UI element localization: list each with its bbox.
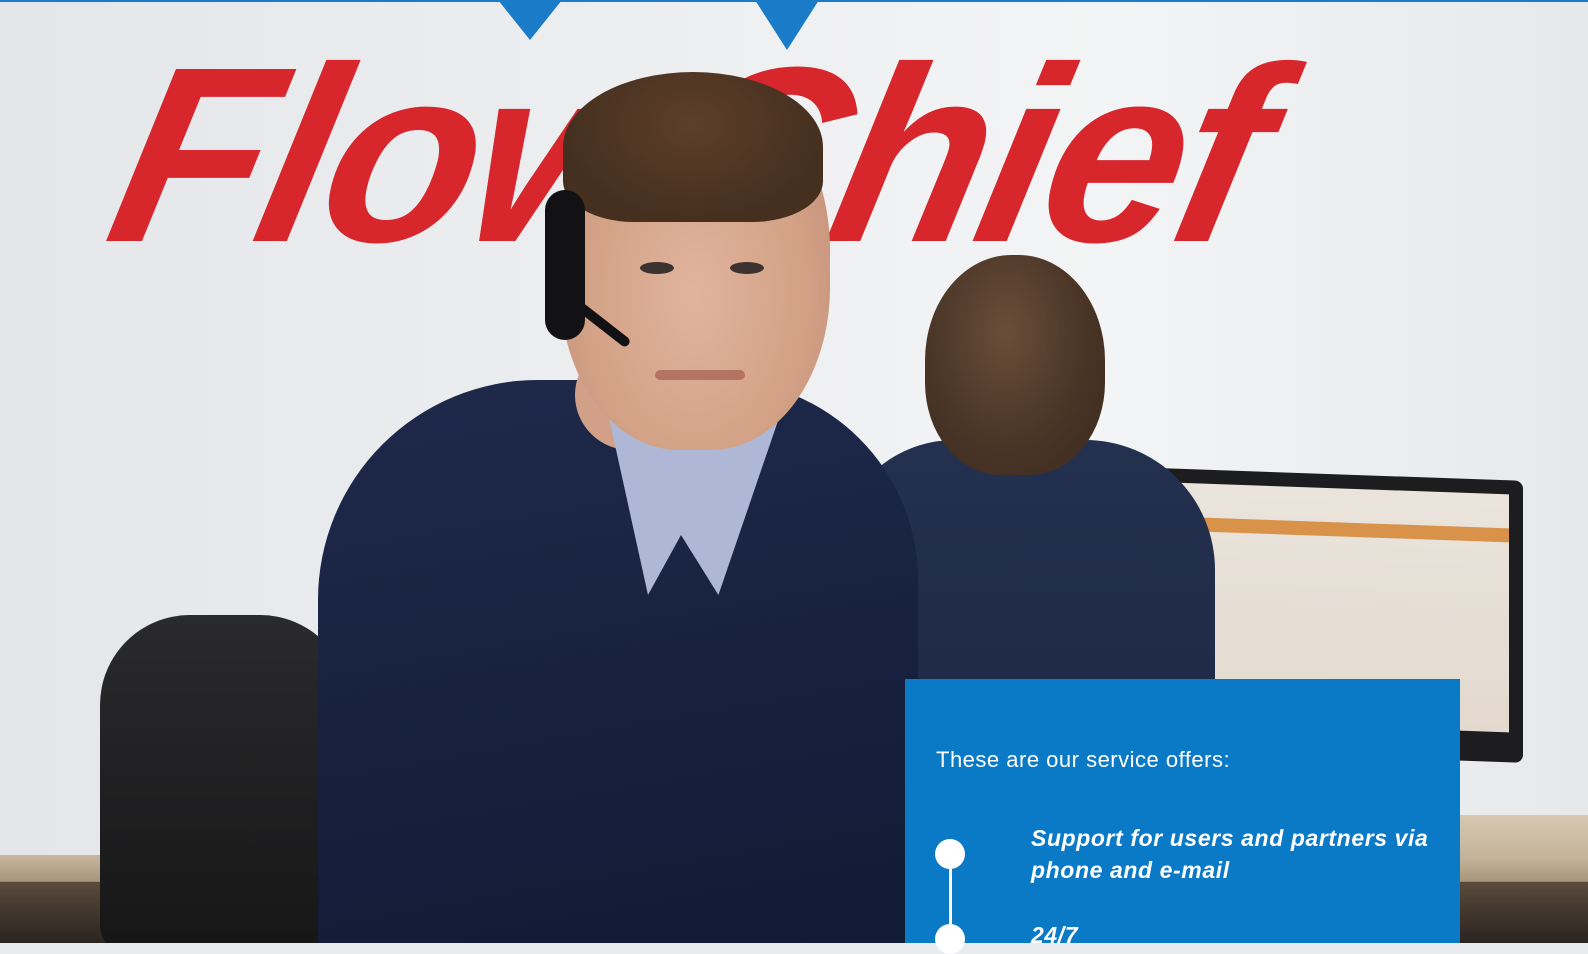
service-offer-item: 24/7 bbox=[1031, 922, 1079, 948]
office-chair bbox=[100, 615, 350, 943]
agent-eye bbox=[730, 262, 764, 274]
service-offers-intro: These are our service offers: bbox=[936, 747, 1231, 772]
agent-eye bbox=[640, 262, 674, 274]
agent-hair bbox=[563, 72, 823, 222]
service-offer-item: Support for users and partners via phone… bbox=[1031, 825, 1429, 883]
agent-mouth bbox=[655, 370, 745, 380]
agent-shirt bbox=[318, 380, 918, 943]
timeline-dot-icon bbox=[935, 839, 965, 869]
headset-icon bbox=[545, 190, 585, 340]
colleague-head bbox=[925, 255, 1105, 475]
timeline-dot-icon bbox=[935, 924, 965, 954]
service-offers-panel: These are our service offers: Support fo… bbox=[905, 679, 1460, 954]
